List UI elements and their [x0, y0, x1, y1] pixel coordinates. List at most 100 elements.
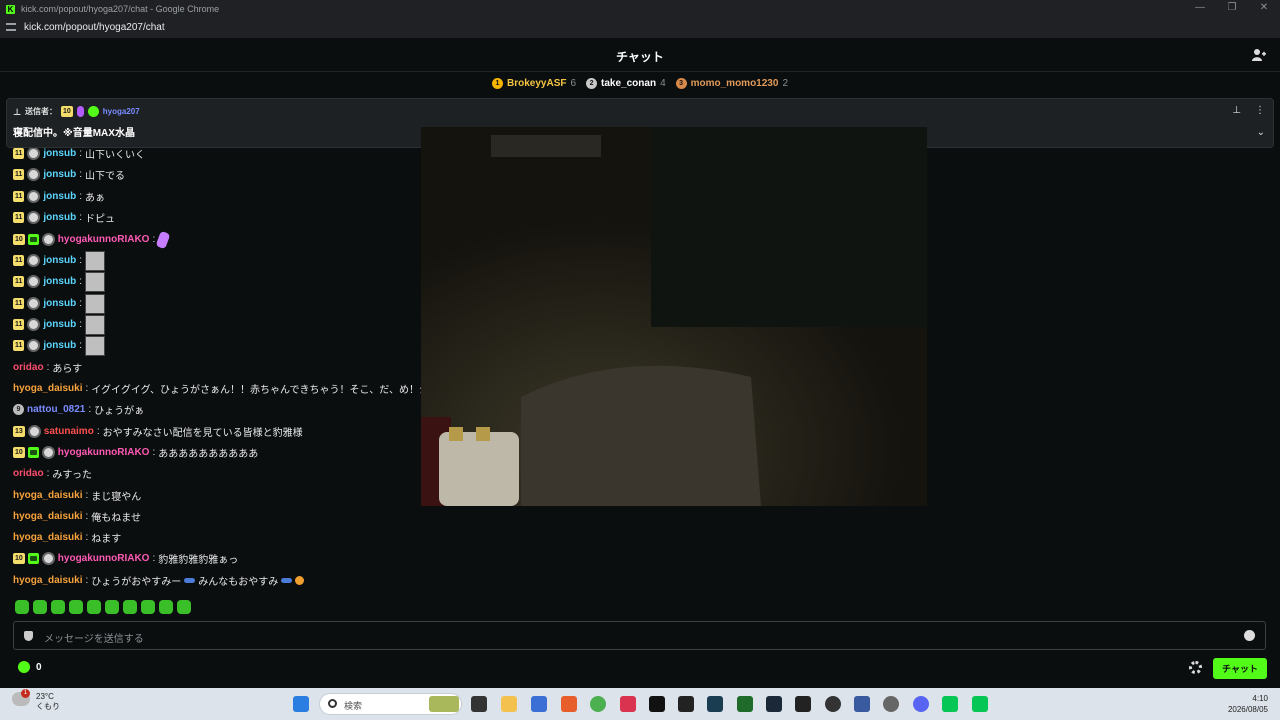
- username[interactable]: hyogakunnoRIAKO: [58, 553, 150, 564]
- channel-points[interactable]: 0: [18, 661, 42, 673]
- emote-icon[interactable]: [33, 600, 47, 614]
- steam-icon[interactable]: [766, 696, 782, 712]
- username[interactable]: nattou_0821: [27, 404, 85, 415]
- username[interactable]: hyoga_daisuki: [13, 511, 82, 522]
- unpin-icon[interactable]: ⊥: [1232, 105, 1241, 116]
- username[interactable]: hyoga_daisuki: [13, 490, 82, 501]
- username[interactable]: oridao: [13, 468, 44, 479]
- message-text: 豹雅豹雅豹雅ぁっ: [158, 555, 239, 566]
- username[interactable]: oridao: [13, 362, 44, 373]
- emoji-picker-icon[interactable]: [1244, 630, 1255, 641]
- username[interactable]: hyogakunnoRIAKO: [58, 447, 150, 458]
- message-text: みすった: [52, 470, 92, 481]
- site-settings-icon[interactable]: [6, 23, 16, 31]
- start-icon[interactable]: [293, 696, 309, 712]
- avatar: [27, 147, 41, 160]
- brave-icon[interactable]: [561, 696, 577, 712]
- emote-icon[interactable]: [159, 600, 173, 614]
- emote-bar: [15, 600, 191, 614]
- username[interactable]: jonsub: [43, 148, 76, 159]
- username[interactable]: jonsub: [43, 340, 76, 351]
- chat-header: チャット: [0, 38, 1280, 72]
- video-overlay[interactable]: [421, 127, 927, 506]
- username[interactable]: jonsub: [43, 255, 76, 266]
- pinned-sender: ⊥ 送信者： 10 hyoga207: [13, 106, 140, 117]
- line-icon[interactable]: [942, 696, 958, 712]
- emote-icon[interactable]: [87, 600, 101, 614]
- app-icon[interactable]: [531, 696, 547, 712]
- app-icon[interactable]: [854, 696, 870, 712]
- weather-widget[interactable]: 1 23°C くもり: [12, 689, 60, 712]
- chat-title: チャット: [616, 50, 664, 64]
- username[interactable]: hyogakunnoRIAKO: [58, 234, 150, 245]
- emote-icon[interactable]: [15, 600, 29, 614]
- message-input[interactable]: メッセージを送信する: [13, 621, 1266, 650]
- username[interactable]: jonsub: [43, 319, 76, 330]
- search-label: 検索: [344, 701, 363, 711]
- leaderboard-entry[interactable]: 3 momo_momo1230 2: [675, 77, 788, 89]
- gear-icon[interactable]: [1189, 661, 1202, 674]
- window-title-text: kick.com/popout/hyoga207/chat - Google C…: [21, 4, 220, 14]
- taskbar: 1 23°C くもり 検索 4:10 2026/08/05: [0, 688, 1280, 720]
- app-icon[interactable]: [737, 696, 753, 712]
- emote-icon[interactable]: [105, 600, 119, 614]
- points-value: 0: [36, 661, 42, 673]
- taskbar-search[interactable]: 検索: [319, 693, 462, 715]
- leaderboard-entry[interactable]: 1 BrokeyyASF 6: [492, 77, 576, 89]
- avatar: [41, 446, 55, 459]
- username[interactable]: hyoga_daisuki: [13, 532, 82, 543]
- gift-leaderboard: 1 BrokeyyASF 6 2 take_conan 4 3 momo_mom…: [0, 72, 1280, 94]
- chat-message: oridao: あらす: [13, 362, 83, 375]
- emote-icon[interactable]: [123, 600, 137, 614]
- discord-icon[interactable]: [913, 696, 929, 712]
- username[interactable]: jonsub: [43, 212, 76, 223]
- avatar: [27, 168, 41, 181]
- emote-icon: [84, 271, 105, 292]
- app-icon[interactable]: [707, 696, 723, 712]
- chat-message: hyoga_daisuki: イグイグイグ、ひょうがさぁん！！赤ちゃんできちゃう！…: [13, 383, 449, 396]
- leaderboard-entry[interactable]: 2 take_conan 4: [586, 77, 666, 89]
- chat-message: 11 jonsub:: [13, 293, 105, 314]
- username[interactable]: satunaimo: [44, 426, 94, 437]
- users-icon[interactable]: [1252, 48, 1266, 62]
- task-view-icon[interactable]: [471, 696, 487, 712]
- username[interactable]: jonsub: [43, 191, 76, 202]
- send-chat-button[interactable]: チャット: [1213, 658, 1267, 679]
- username[interactable]: jonsub: [43, 276, 76, 287]
- cloud-icon: 1: [12, 689, 30, 706]
- app-icon[interactable]: [678, 696, 694, 712]
- close-icon[interactable]: ✕: [1248, 0, 1280, 16]
- emote-icon[interactable]: [141, 600, 155, 614]
- minimize-icon[interactable]: —: [1184, 0, 1216, 16]
- chat-message: 11 jonsub: 山下でる: [13, 168, 125, 182]
- message-text: ひょうがぁ: [94, 406, 145, 417]
- file-explorer-icon[interactable]: [501, 696, 517, 712]
- username[interactable]: hyoga_daisuki: [13, 383, 82, 394]
- pinned-user[interactable]: hyoga207: [103, 107, 140, 116]
- username[interactable]: jonsub: [43, 298, 76, 309]
- restore-icon[interactable]: ❐: [1216, 0, 1248, 16]
- sub-badge: 13: [13, 426, 25, 437]
- obs-icon[interactable]: [825, 696, 841, 712]
- emote-icon[interactable]: [69, 600, 83, 614]
- avatar: [41, 233, 55, 246]
- emote-icon[interactable]: [177, 600, 191, 614]
- emote-icon: [84, 250, 105, 271]
- emote-icon[interactable]: [51, 600, 65, 614]
- message-text: イグイグイグ、ひょうがさぁん！！赤ちゃんできちゃう！そこ、だ、め！ジアァ: [91, 385, 449, 396]
- settings-icon[interactable]: [883, 696, 899, 712]
- points-icon: [18, 661, 30, 673]
- chevron-down-icon[interactable]: ⌄: [1257, 127, 1265, 138]
- message-text: あぁ: [84, 193, 105, 204]
- chrome-icon[interactable]: [590, 696, 606, 712]
- app-icon[interactable]: [795, 696, 811, 712]
- message-text: あらす: [52, 364, 83, 375]
- line-icon[interactable]: [972, 696, 988, 712]
- more-options-icon[interactable]: ⋮: [1255, 105, 1265, 116]
- app-icon[interactable]: [620, 696, 636, 712]
- system-clock[interactable]: 4:10 2026/08/05: [1228, 693, 1268, 715]
- username[interactable]: hyoga_daisuki: [13, 575, 82, 586]
- username[interactable]: jonsub: [43, 169, 76, 180]
- tiktok-icon[interactable]: [649, 696, 665, 712]
- address-bar[interactable]: kick.com/popout/hyoga207/chat: [6, 19, 165, 35]
